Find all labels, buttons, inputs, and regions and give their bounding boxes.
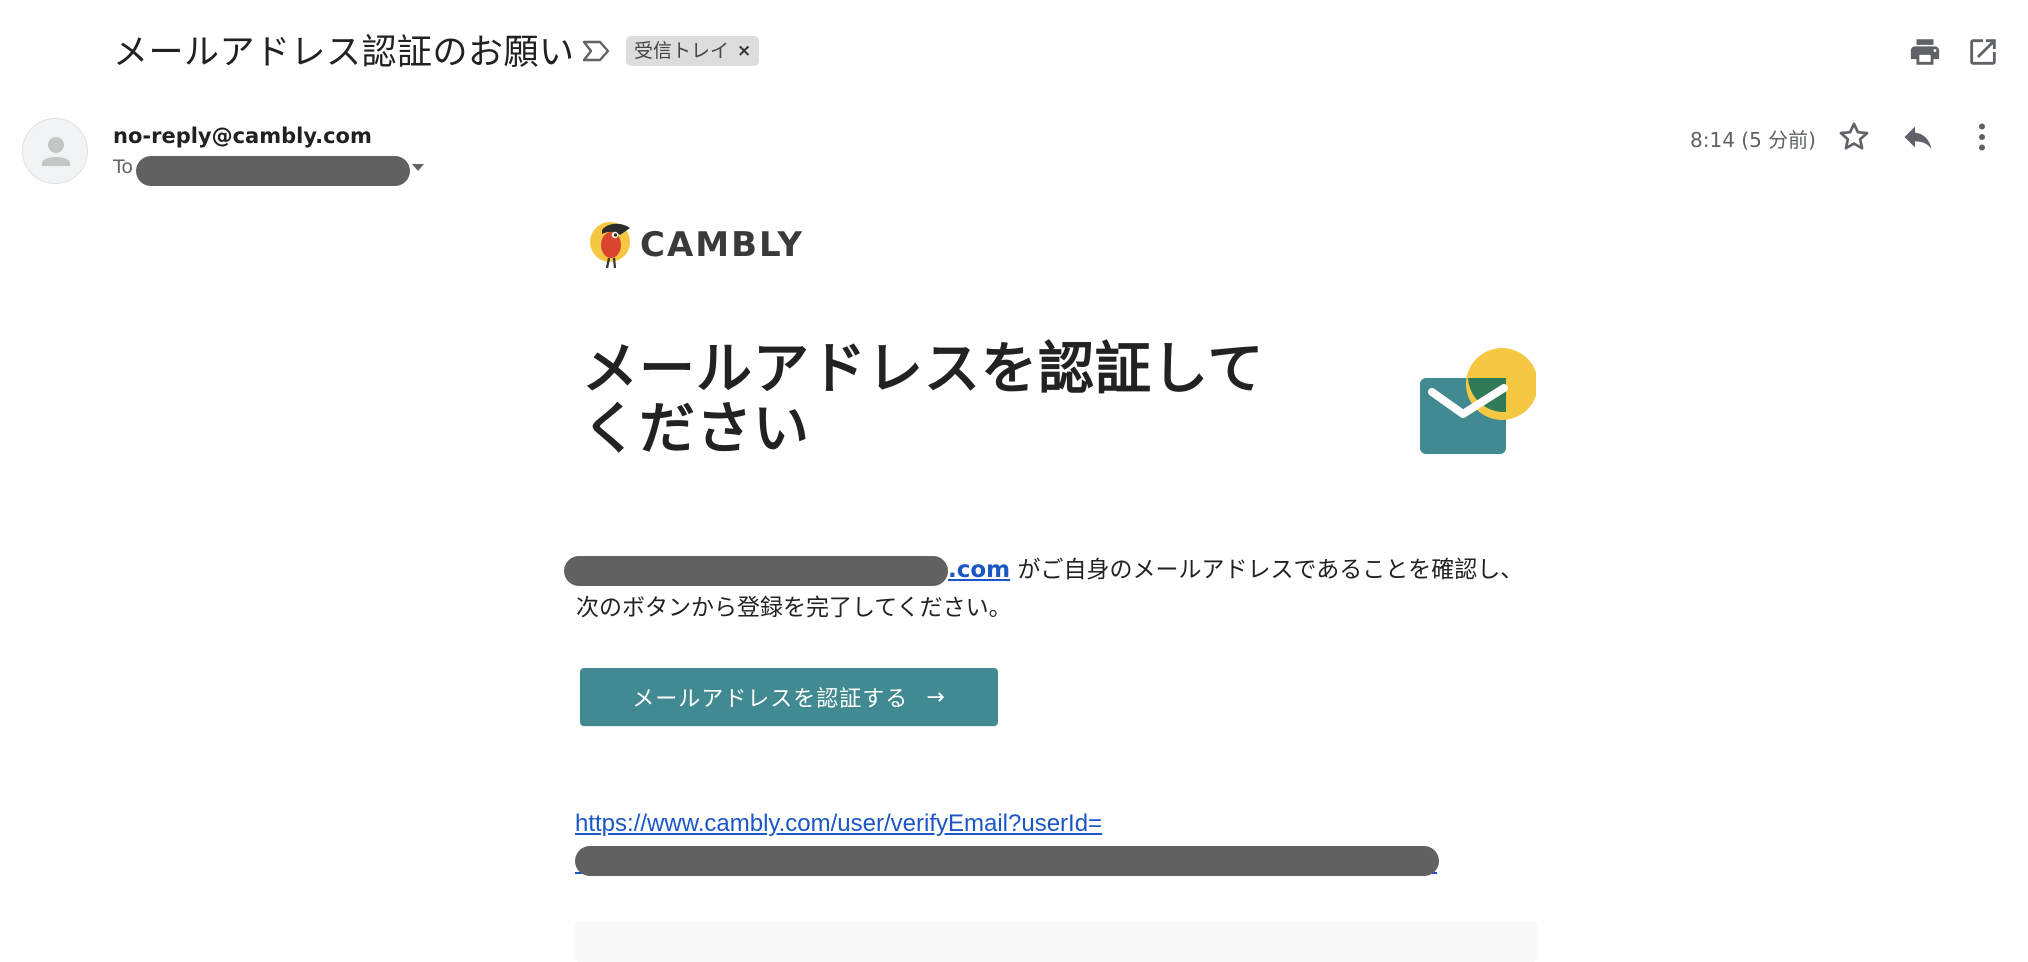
person-icon [42, 137, 70, 166]
inbox-label-chip: 受信トレイ × [626, 36, 760, 66]
inbox-label-text: 受信トレイ [634, 40, 730, 62]
label-important-icon[interactable] [581, 38, 611, 64]
reply-icon[interactable] [1900, 119, 1936, 155]
cambly-logo-text: CAMBLY [640, 225, 805, 265]
email-timestamp: 8:14 (5 分前) [1690, 128, 1816, 152]
caret-down-icon[interactable] [410, 160, 426, 176]
email-subject: メールアドレス認証のお願い [113, 33, 575, 73]
arrow-right-icon: → [926, 684, 946, 710]
sender-avatar [22, 118, 88, 184]
recipient-label: To [113, 156, 134, 178]
open-in-new-window-icon[interactable] [1966, 35, 2000, 69]
sender-address[interactable]: no-reply@cambly.com [113, 124, 372, 148]
more-vert-icon[interactable] [1964, 119, 2000, 155]
redacted-url-tail [575, 846, 1439, 876]
verify-email-button[interactable]: メールアドレスを認証する → [580, 668, 998, 726]
remove-label-button[interactable]: × [737, 36, 751, 66]
instruction-text: .com がご自身のメールアドレスであることを確認し、次のボタンから登録を完了し… [564, 551, 1536, 627]
redacted-recipient [136, 156, 410, 186]
redacted-email [564, 555, 948, 586]
email-footer-box [575, 922, 1537, 962]
envelope-illustration-icon [1420, 348, 1536, 454]
star-icon[interactable] [1836, 119, 1872, 155]
hero-title: メールアドレスを認証してください [582, 337, 1265, 462]
cambly-logo-icon [590, 222, 630, 269]
print-icon[interactable] [1908, 35, 1942, 69]
verify-email-button-label: メールアドレスを認証する [632, 687, 909, 712]
verify-url-link[interactable]: https://www.cambly.com/user/verifyEmail?… [575, 810, 1102, 838]
user-email-link[interactable]: .com [948, 557, 1010, 583]
